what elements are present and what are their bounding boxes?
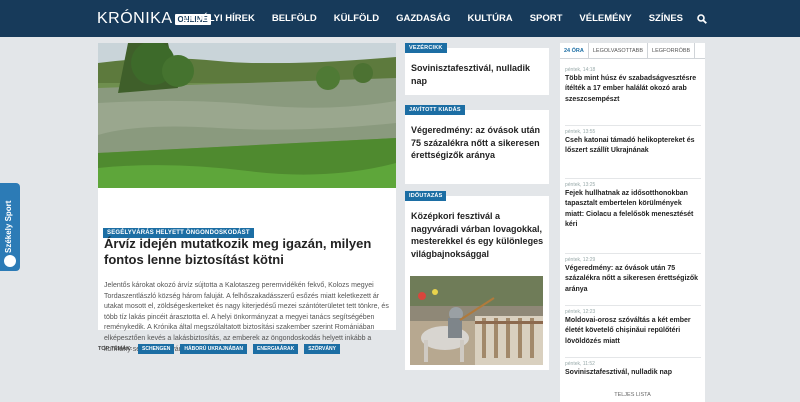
kicker-label: IDŐUTAZÁS <box>405 191 447 201</box>
topic-tag-szorvany[interactable]: SZÖRVÁNY <box>304 344 340 354</box>
news-time: péntek, 13:25 <box>565 182 596 188</box>
list-item[interactable]: péntek, 12:23 Moldovai-orosz szóváltás a… <box>565 309 701 347</box>
main-article-card[interactable]: SEGÉLYVÁRÁS HELYETT ÖNGONDOSKODÁST Árvíz… <box>98 43 396 353</box>
main-article-title[interactable]: Árvíz idején mutatkozik meg igazán, mily… <box>104 236 389 268</box>
nav-item-sport[interactable]: SPORT <box>530 13 563 24</box>
nav-item-belfold[interactable]: BELFÖLD <box>272 13 317 24</box>
tab-legforrobb[interactable]: LEGFORRÓBB <box>648 43 696 58</box>
logo-text: KRÓNIKA <box>97 10 173 27</box>
ball-icon <box>4 255 16 267</box>
topic-tag-haboru[interactable]: HÁBORÚ UKRAJNÁBAN <box>180 344 247 354</box>
mid-article-title[interactable]: Végeredmény: az óvások után 75 százalékr… <box>411 124 545 162</box>
divider <box>565 178 701 179</box>
divider <box>565 253 701 254</box>
latest-news-sidebar: 24 ÓRA LEGOLVASOTTABB LEGFORRÓBB péntek,… <box>560 43 705 402</box>
news-time: péntek, 12:29 <box>565 257 596 263</box>
news-title[interactable]: Fejek hullhatnak az idősotthonokban tapa… <box>565 189 701 230</box>
divider <box>565 305 701 306</box>
sidebar-tabs: 24 ÓRA LEGOLVASOTTABB LEGFORRÓBB <box>560 43 705 59</box>
news-title[interactable]: Több mint húsz év szabadságvesztésre íté… <box>565 74 701 105</box>
topic-tag-schengen[interactable]: SCHENGEN <box>138 344 175 354</box>
main-nav: ERDÉLYI HÍREK BELFÖLD KÜLFÖLD GAZDASÁG K… <box>165 0 707 37</box>
mid-article-card[interactable]: VEZÉRCIKK Sovinisztafesztivál, nulladik … <box>405 43 549 95</box>
topic-tag-energiaarak[interactable]: ENERGIAÁRAK <box>253 344 299 354</box>
news-title[interactable]: Sovinisztafesztivál, nulladik nap <box>565 368 701 378</box>
kicker-label: JAVÍTOTT KIADÁS <box>405 105 465 115</box>
top-navigation-bar: KRÓNIKA ONLINE ERDÉLYI HÍREK BELFÖLD KÜL… <box>0 0 800 37</box>
topics-label: TOP TÉMÁK: <box>98 346 133 352</box>
nav-item-erdelyi-hirek[interactable]: ERDÉLYI HÍREK <box>182 13 255 24</box>
search-icon[interactable] <box>697 13 707 24</box>
nav-item-kultura[interactable]: KULTÚRA <box>467 13 512 24</box>
news-time: péntek, 12:23 <box>565 309 596 315</box>
list-item[interactable]: péntek, 13:55 Cseh katonai támadó heliko… <box>565 129 701 157</box>
nav-item-velemeny[interactable]: VÉLEMÉNY <box>579 13 631 24</box>
nav-item-gazdasag[interactable]: GAZDASÁG <box>396 13 450 24</box>
szekely-sport-side-tab[interactable]: Székely Sport <box>0 183 20 271</box>
news-time: péntek, 11:52 <box>565 361 595 367</box>
divider <box>565 357 701 358</box>
news-title[interactable]: Cseh katonai támadó helikoptereket és lő… <box>565 136 701 157</box>
mid-article-title[interactable]: Sovinisztafesztivál, nulladik nap <box>411 62 545 87</box>
tab-legolvasottabb[interactable]: LEGOLVASOTTABB <box>589 43 649 58</box>
side-tab-label: Székely Sport <box>4 200 13 253</box>
nav-item-kulfold[interactable]: KÜLFÖLD <box>334 13 379 24</box>
mid-article-card[interactable]: JAVÍTOTT KIADÁS Végeredmény: az óvások u… <box>405 105 549 184</box>
list-item[interactable]: péntek, 11:52 Sovinisztafesztivál, nulla… <box>565 361 701 378</box>
news-title[interactable]: Moldovai-orosz szóváltás a két ember éle… <box>565 316 701 347</box>
nav-item-szines[interactable]: SZÍNES <box>649 13 683 24</box>
mid-article-card[interactable]: IDŐUTAZÁS Középkori fesztivál a nagyvára… <box>405 191 549 370</box>
list-item[interactable]: péntek, 13:25 Fejek hullhatnak az idősot… <box>565 182 701 230</box>
full-list-link[interactable]: TELJES LISTA <box>560 392 705 398</box>
tab-24-ora[interactable]: 24 ÓRA <box>560 43 589 58</box>
list-item[interactable]: péntek, 12:29 Végeredmény: az óvások utá… <box>565 257 701 295</box>
news-time: péntek, 14:18 <box>565 67 596 73</box>
flooded-field-image[interactable] <box>98 43 396 188</box>
kicker-label: VEZÉRCIKK <box>405 43 447 53</box>
news-time: péntek, 13:55 <box>565 129 596 135</box>
knight-horse-image[interactable] <box>410 276 543 365</box>
mid-article-title[interactable]: Középkori fesztivál a nagyváradi várban … <box>411 210 545 260</box>
list-item[interactable]: péntek, 14:18 Több mint húsz év szabadsá… <box>565 67 701 105</box>
top-topics-row: TOP TÉMÁK: SCHENGEN HÁBORÚ UKRAJNÁBAN EN… <box>98 340 396 358</box>
news-title[interactable]: Végeredmény: az óvások után 75 százalékr… <box>565 264 701 295</box>
divider <box>565 125 701 126</box>
